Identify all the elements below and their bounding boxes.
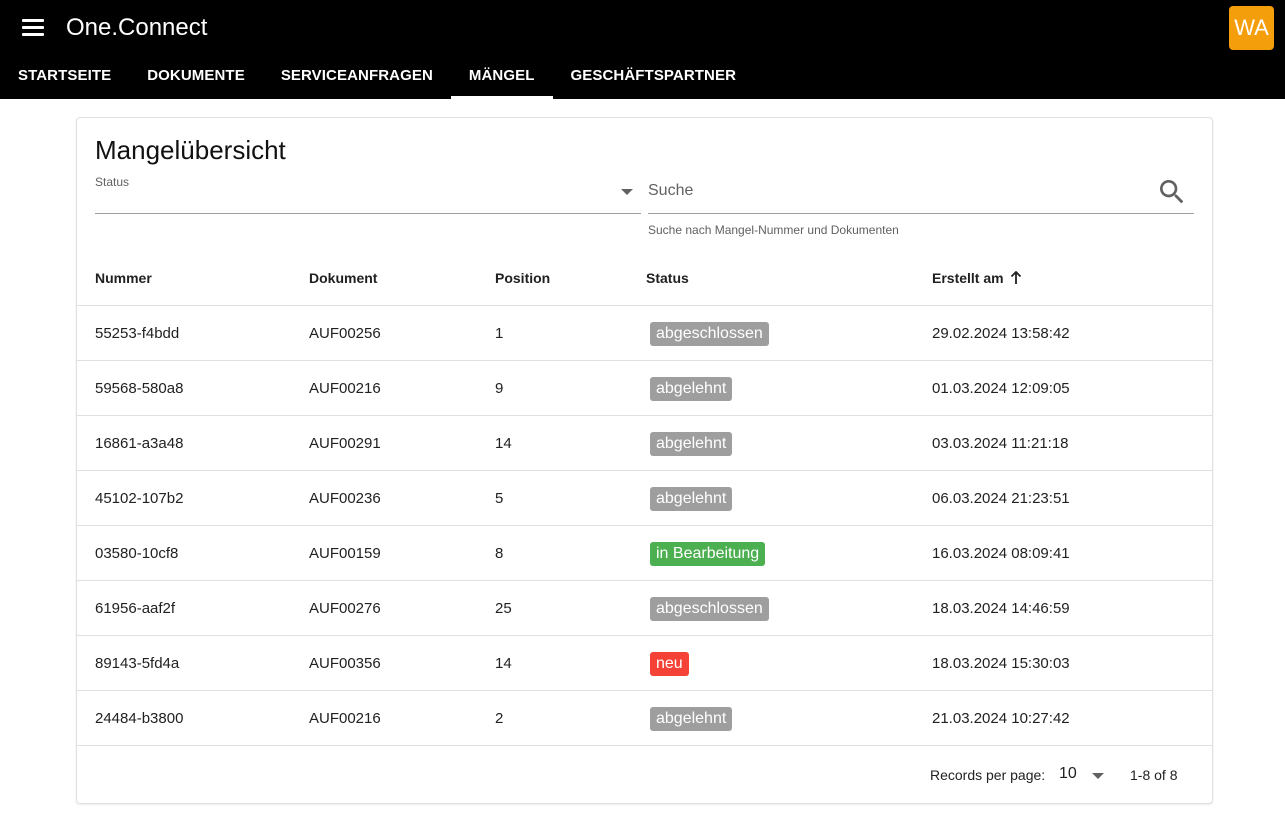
tab-geschaeftspartner[interactable]: GESCHÄFTSPARTNER bbox=[553, 56, 755, 99]
header-nummer[interactable]: Nummer bbox=[95, 250, 152, 306]
status-badge: abgelehnt bbox=[650, 432, 733, 457]
sort-arrow-up-icon[interactable] bbox=[1010, 271, 1022, 285]
search-icon[interactable] bbox=[1156, 176, 1188, 208]
cell-status: in Bearbeitung bbox=[646, 526, 766, 581]
cell-position: 9 bbox=[495, 380, 504, 397]
cell-erstellt: 29.02.2024 13:58:42 bbox=[932, 325, 1070, 342]
app-bar: One.Connect WA STARTSEITE DOKUMENTE SERV… bbox=[0, 0, 1285, 99]
table-row[interactable]: 24484-b3800 AUF00216 2 abgelehnt 21.03.2… bbox=[77, 691, 1212, 746]
cell-position: 1 bbox=[495, 325, 504, 342]
cell-erstellt: 18.03.2024 15:30:03 bbox=[932, 655, 1070, 672]
cell-nummer: 55253-f4bdd bbox=[95, 325, 180, 342]
cell-erstellt: 21.03.2024 10:27:42 bbox=[932, 710, 1070, 727]
status-select[interactable]: Status bbox=[95, 174, 641, 214]
pagination-range: 1-8 of 8 bbox=[1130, 767, 1178, 783]
main-nav: STARTSEITE DOKUMENTE SERVICEANFRAGEN MÄN… bbox=[0, 56, 754, 99]
app-title: One.Connect bbox=[66, 14, 208, 41]
chevron-down-icon[interactable] bbox=[621, 189, 633, 195]
status-badge: in Bearbeitung bbox=[650, 542, 766, 567]
status-badge: abgelehnt bbox=[650, 707, 733, 732]
cell-dokument: AUF00256 bbox=[309, 325, 381, 342]
cell-nummer: 89143-5fd4a bbox=[95, 655, 180, 672]
header-erstellt-label: Erstellt am bbox=[932, 270, 1004, 286]
search-field bbox=[648, 174, 1194, 214]
cell-erstellt: 18.03.2024 14:46:59 bbox=[932, 600, 1070, 617]
cell-status: abgelehnt bbox=[646, 471, 733, 526]
header-dokument[interactable]: Dokument bbox=[309, 250, 377, 306]
cell-status: abgelehnt bbox=[646, 416, 733, 471]
table-row[interactable]: 16861-a3a48 AUF00291 14 abgelehnt 03.03.… bbox=[77, 416, 1212, 471]
header-nummer-label: Nummer bbox=[95, 270, 152, 286]
cell-nummer: 16861-a3a48 bbox=[95, 435, 184, 452]
chevron-down-icon[interactable] bbox=[1092, 773, 1104, 779]
cell-dokument: AUF00159 bbox=[309, 545, 381, 562]
cell-status: neu bbox=[646, 636, 689, 691]
cell-dokument: AUF00291 bbox=[309, 435, 381, 452]
cell-dokument: AUF00356 bbox=[309, 655, 381, 672]
cell-status: abgeschlossen bbox=[646, 306, 769, 361]
cell-erstellt: 01.03.2024 12:09:05 bbox=[932, 380, 1070, 397]
cell-dokument: AUF00236 bbox=[309, 490, 381, 507]
cell-position: 14 bbox=[495, 435, 512, 452]
page-title: Mangelübersicht bbox=[95, 135, 286, 165]
tab-startseite[interactable]: STARTSEITE bbox=[0, 56, 129, 99]
status-badge: abgeschlossen bbox=[650, 597, 769, 622]
status-select-label: Status bbox=[95, 175, 130, 189]
cell-nummer: 03580-10cf8 bbox=[95, 545, 179, 562]
table-footer: Records per page: 10 1-8 of 8 bbox=[77, 747, 1212, 803]
cell-status: abgeschlossen bbox=[646, 581, 769, 636]
status-badge: abgeschlossen bbox=[650, 322, 769, 347]
cell-position: 8 bbox=[495, 545, 504, 562]
header-status[interactable]: Status bbox=[646, 250, 689, 306]
status-badge: abgelehnt bbox=[650, 377, 733, 402]
tab-serviceanfragen[interactable]: SERVICEANFRAGEN bbox=[263, 56, 451, 99]
defects-card: Mangelübersicht Status Suche nach Mangel… bbox=[76, 117, 1213, 804]
cell-status: abgelehnt bbox=[646, 361, 733, 416]
cell-dokument: AUF00216 bbox=[309, 380, 381, 397]
records-per-page-value: 10 bbox=[1059, 765, 1077, 782]
table-row[interactable]: 03580-10cf8 AUF00159 8 in Bearbeitung 16… bbox=[77, 526, 1212, 581]
tab-dokumente[interactable]: DOKUMENTE bbox=[129, 56, 263, 99]
records-per-page-label: Records per page: bbox=[930, 767, 1046, 783]
cell-dokument: AUF00216 bbox=[309, 710, 381, 727]
menu-icon[interactable] bbox=[20, 16, 46, 40]
cell-nummer: 61956-aaf2f bbox=[95, 600, 176, 617]
header-dokument-label: Dokument bbox=[309, 270, 378, 286]
records-per-page-select[interactable]: 10 bbox=[1059, 763, 1107, 787]
header-status-label: Status bbox=[646, 270, 689, 286]
status-badge: abgelehnt bbox=[650, 487, 733, 512]
cell-erstellt: 16.03.2024 08:09:41 bbox=[932, 545, 1070, 562]
header-erstellt[interactable]: Erstellt am bbox=[932, 250, 1022, 306]
table-row[interactable]: 45102-107b2 AUF00236 5 abgelehnt 06.03.2… bbox=[77, 471, 1212, 526]
table-row[interactable]: 89143-5fd4a AUF00356 14 neu 18.03.2024 1… bbox=[77, 636, 1212, 691]
cell-nummer: 45102-107b2 bbox=[95, 490, 184, 507]
table-row[interactable]: 55253-f4bdd AUF00256 1 abgeschlossen 29.… bbox=[77, 306, 1212, 361]
cell-dokument: AUF00276 bbox=[309, 600, 381, 617]
table-row[interactable]: 59568-580a8 AUF00216 9 abgelehnt 01.03.2… bbox=[77, 361, 1212, 416]
cell-erstellt: 03.03.2024 11:21:18 bbox=[932, 435, 1069, 452]
search-hint: Suche nach Mangel-Nummer und Dokumenten bbox=[648, 223, 899, 237]
cell-position: 25 bbox=[495, 600, 512, 617]
table-header: Nummer Dokument Position Status Erstellt… bbox=[77, 250, 1212, 306]
table-row[interactable]: 61956-aaf2f AUF00276 25 abgeschlossen 18… bbox=[77, 581, 1212, 636]
cell-position: 14 bbox=[495, 655, 512, 672]
user-avatar[interactable]: WA bbox=[1229, 6, 1274, 50]
cell-nummer: 59568-580a8 bbox=[95, 380, 184, 397]
status-badge: neu bbox=[650, 652, 689, 677]
defects-table: Nummer Dokument Position Status Erstellt… bbox=[77, 250, 1212, 746]
cell-position: 5 bbox=[495, 490, 504, 507]
tab-maengel[interactable]: MÄNGEL bbox=[450, 56, 553, 99]
search-input[interactable] bbox=[648, 178, 1138, 204]
header-position[interactable]: Position bbox=[495, 250, 550, 306]
cell-nummer: 24484-b3800 bbox=[95, 710, 184, 727]
header-position-label: Position bbox=[495, 270, 551, 286]
cell-status: abgelehnt bbox=[646, 691, 733, 746]
cell-erstellt: 06.03.2024 21:23:51 bbox=[932, 490, 1070, 507]
cell-position: 2 bbox=[495, 710, 504, 727]
